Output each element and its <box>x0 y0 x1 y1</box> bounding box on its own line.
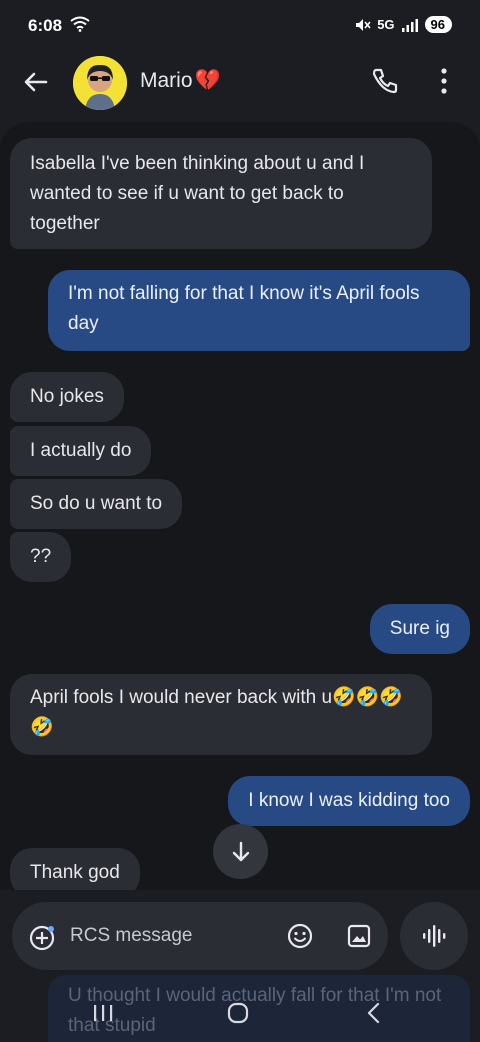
contact-name[interactable]: Mario 💔 <box>140 69 221 93</box>
message-bubble-outgoing[interactable]: I know I was kidding too <box>228 776 470 826</box>
conversation-header: Mario 💔 <box>0 52 480 114</box>
message-bubble-incoming[interactable]: So do u want to <box>10 479 183 529</box>
message-bubble-incoming[interactable]: April fools I would never back with u🤣🤣🤣… <box>10 674 432 755</box>
message-bubble-incoming[interactable]: No jokes <box>10 372 124 422</box>
message-bubble-incoming[interactable]: Thank god <box>10 848 140 890</box>
status-indicators: 5G 96 <box>355 16 452 33</box>
voice-message-button[interactable] <box>400 902 468 970</box>
message-bubble-outgoing[interactable]: Sure ig <box>369 604 470 654</box>
mute-icon <box>356 18 371 31</box>
wifi-icon <box>70 16 90 32</box>
more-vert-icon[interactable] <box>432 66 456 96</box>
arrow-down-icon <box>232 841 249 861</box>
status-bar: 6:08 5G 96 <box>0 0 480 52</box>
message-bubble-incoming[interactable]: Isabella I've been thinking about u and … <box>10 138 432 249</box>
add-circle-icon[interactable] <box>28 924 56 952</box>
arrow-left-icon[interactable] <box>20 66 52 98</box>
network-label: 5G <box>377 17 395 32</box>
signal-icon <box>401 18 418 32</box>
nav-back-icon[interactable] <box>364 1001 382 1025</box>
status-time: 6:08 <box>28 16 63 35</box>
contact-name-text: Mario <box>140 69 193 92</box>
phone-icon[interactable] <box>370 66 400 96</box>
recents-icon[interactable] <box>92 1002 114 1024</box>
avatar[interactable] <box>73 56 127 110</box>
system-nav-bar <box>0 990 480 1042</box>
message-bubble-incoming[interactable]: I actually do <box>10 426 152 476</box>
message-bubble-incoming[interactable]: ?? <box>10 532 72 582</box>
gallery-icon[interactable] <box>345 922 373 950</box>
battery-badge: 96 <box>424 16 452 33</box>
message-input[interactable]: RCS message <box>70 925 193 947</box>
message-list[interactable]: Isabella I've been thinking about u and … <box>0 122 480 890</box>
broken-heart-emoji: 💔 <box>194 69 221 92</box>
scroll-to-bottom-button[interactable] <box>213 824 268 879</box>
message-composer[interactable]: RCS message <box>12 902 388 970</box>
emoji-icon[interactable] <box>286 922 314 950</box>
message-bubble-outgoing[interactable]: I'm not falling for that I know it's Apr… <box>48 270 470 351</box>
voice-waveform-icon <box>423 925 446 947</box>
avatar-image <box>73 56 127 110</box>
home-icon[interactable] <box>226 1001 250 1025</box>
